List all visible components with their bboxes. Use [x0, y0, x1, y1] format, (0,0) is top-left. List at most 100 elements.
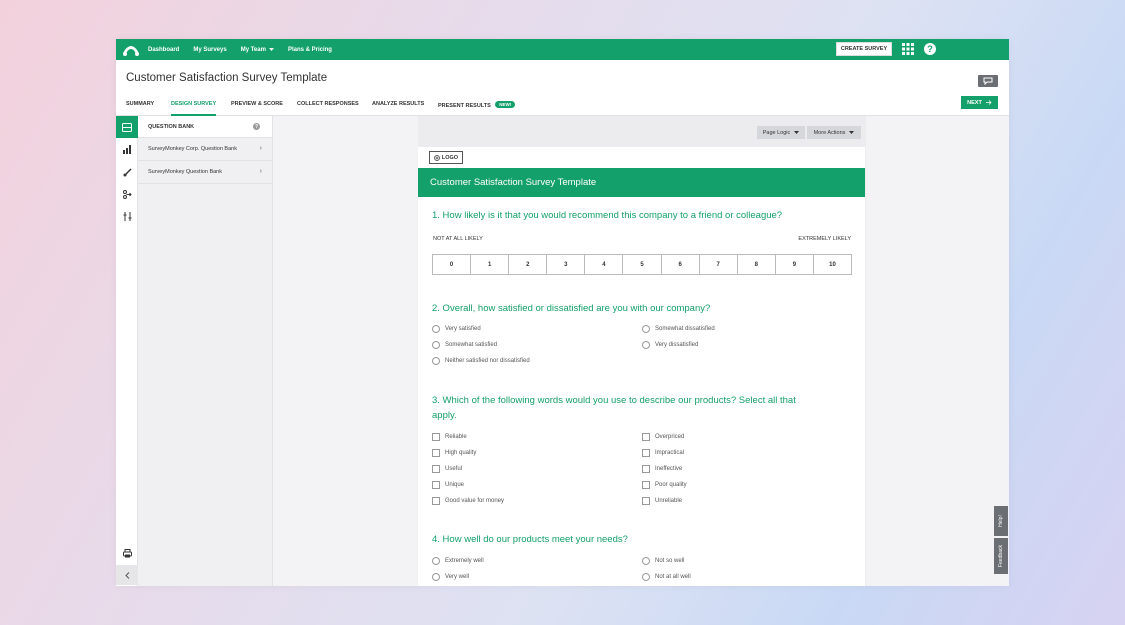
builder-tab[interactable]: [116, 138, 138, 160]
question-1-title[interactable]: 1. How likely is it that you would recom…: [432, 208, 842, 223]
nav-dashboard[interactable]: Dashboard: [148, 47, 179, 53]
tab-preview-score[interactable]: PREVIEW & SCORE: [231, 99, 283, 116]
print-button[interactable]: [116, 543, 138, 563]
nps-option[interactable]: 5: [623, 255, 662, 274]
checkbox-option-label: Good value for money: [445, 498, 505, 504]
tab-design-survey[interactable]: DESIGN SURVEY: [171, 99, 217, 116]
nps-option[interactable]: 3: [547, 255, 586, 274]
nav-my-team[interactable]: My Team: [241, 47, 274, 53]
radio-option[interactable]: Very satisfied: [432, 325, 481, 333]
title-row: Customer Satisfaction Survey Template: [116, 60, 1009, 94]
radio-button[interactable]: [432, 325, 440, 333]
radio-option[interactable]: Very dissatisfied: [642, 341, 698, 349]
editor-body: QUESTION BANK ? SurveyMonkey Corp. Quest…: [116, 116, 1009, 586]
nps-option[interactable]: 6: [662, 255, 700, 274]
checkbox[interactable]: [642, 433, 650, 441]
checkbox[interactable]: [432, 465, 440, 473]
nav-my-team-label: My Team: [240, 46, 266, 53]
next-button[interactable]: NEXT: [961, 96, 998, 109]
checkbox-option[interactable]: High quality: [432, 449, 476, 457]
survey-title-banner[interactable]: Customer Satisfaction Survey Template: [418, 168, 865, 197]
radio-button[interactable]: [432, 357, 440, 365]
radio-option[interactable]: Very well: [432, 573, 469, 581]
radio-button[interactable]: [642, 325, 650, 333]
comments-button[interactable]: [978, 75, 998, 87]
nps-option[interactable]: 4: [585, 255, 624, 274]
feedback-side-tab[interactable]: Feedback: [994, 538, 1008, 574]
question-bank-item[interactable]: SurveyMonkey Corp. Question Bank ›: [138, 138, 272, 161]
checkbox-option[interactable]: Poor quality: [642, 481, 687, 489]
radio-button[interactable]: [432, 573, 440, 581]
checkbox[interactable]: [432, 449, 440, 457]
radio-option[interactable]: Not so well: [642, 557, 684, 565]
question-bank-tab[interactable]: [116, 116, 138, 138]
radio-button[interactable]: [432, 557, 440, 565]
radio-button[interactable]: [642, 341, 650, 349]
more-actions-button[interactable]: More Actions: [807, 126, 861, 139]
themes-tab[interactable]: [116, 161, 138, 183]
question-3-title-line: 3. Which of the following words would yo…: [432, 395, 796, 406]
checkbox-option-label: Unique: [445, 482, 465, 488]
checkbox[interactable]: [642, 497, 650, 505]
radio-option[interactable]: Somewhat satisfied: [432, 341, 497, 349]
checkbox-option[interactable]: Good value for money: [432, 497, 504, 505]
nps-option[interactable]: 1: [471, 255, 510, 274]
nps-option[interactable]: 2: [509, 255, 548, 274]
radio-option-label: Very well: [445, 574, 470, 580]
plus-circle-icon: [434, 154, 440, 161]
checkbox-option[interactable]: Reliable: [432, 433, 467, 441]
page-logic-button[interactable]: Page Logic: [757, 126, 805, 139]
tab-analyze-results[interactable]: ANALYZE RESULTS: [372, 99, 424, 116]
options-tab[interactable]: [116, 205, 138, 227]
paintbrush-icon: [123, 167, 132, 176]
radio-option[interactable]: Extremely well: [432, 557, 484, 565]
checkbox-option[interactable]: Impractical: [642, 449, 684, 457]
tab-collect-responses[interactable]: COLLECT RESPONSES: [297, 99, 359, 116]
radio-option[interactable]: Somewhat dissatisfied: [642, 325, 715, 333]
nav-plans-pricing[interactable]: Plans & Pricing: [288, 47, 332, 53]
checkbox[interactable]: [432, 433, 440, 441]
radio-button[interactable]: [432, 341, 440, 349]
add-logo-button[interactable]: LOGO: [429, 151, 463, 164]
checkbox[interactable]: [432, 481, 440, 489]
logic-tab[interactable]: [116, 183, 138, 205]
collapse-sidebar-button[interactable]: [116, 565, 138, 585]
radio-option[interactable]: Neither satisfied nor dissatisfied: [432, 357, 530, 365]
comment-icon: [983, 77, 993, 85]
apps-grid-icon[interactable]: [902, 43, 914, 55]
radio-option-label: Somewhat dissatisfied: [655, 326, 715, 332]
checkbox-option[interactable]: Unreliable: [642, 497, 682, 505]
checkbox[interactable]: [432, 497, 440, 505]
radio-option[interactable]: Not at all well: [642, 573, 691, 581]
question-3-title[interactable]: 3. Which of the following words would yo…: [432, 393, 842, 423]
checkbox-option[interactable]: Ineffective: [642, 465, 682, 473]
more-actions-label: More Actions: [813, 129, 846, 136]
nps-option[interactable]: 9: [776, 255, 814, 274]
nps-option[interactable]: 8: [738, 255, 776, 274]
nps-option[interactable]: 0: [433, 255, 472, 274]
radio-button[interactable]: [642, 573, 650, 581]
tab-summary[interactable]: SUMMARY: [126, 99, 154, 116]
checkbox[interactable]: [642, 449, 650, 457]
question-4-title[interactable]: 4. How well do our products meet your ne…: [432, 532, 842, 547]
checkbox-option-label: Reliable: [445, 434, 467, 440]
question-2-title[interactable]: 2. Overall, how satisfied or dissatisfie…: [432, 301, 842, 316]
surveymonkey-logo-icon[interactable]: [122, 43, 140, 57]
info-icon[interactable]: ?: [253, 123, 260, 130]
radio-button[interactable]: [642, 557, 650, 565]
nps-option[interactable]: 10: [814, 255, 851, 274]
checkbox[interactable]: [642, 481, 650, 489]
help-side-tab[interactable]: Help!: [994, 506, 1008, 536]
checkbox-option[interactable]: Useful: [432, 465, 462, 473]
checkbox[interactable]: [642, 465, 650, 473]
question-bank-item[interactable]: SurveyMonkey Question Bank ›: [138, 161, 272, 184]
checkbox-option[interactable]: Overpriced: [642, 433, 684, 441]
nps-option[interactable]: 7: [700, 255, 738, 274]
help-icon[interactable]: ?: [924, 43, 936, 55]
caret-down-icon: [849, 130, 855, 134]
radio-option-label: Neither satisfied nor dissatisfied: [445, 358, 530, 364]
nav-my-surveys[interactable]: My Surveys: [193, 47, 226, 53]
checkbox-option[interactable]: Unique: [432, 481, 464, 489]
create-survey-button[interactable]: CREATE SURVEY: [836, 42, 892, 56]
tab-present-results[interactable]: PRESENT RESULTS NEW!: [438, 99, 516, 116]
